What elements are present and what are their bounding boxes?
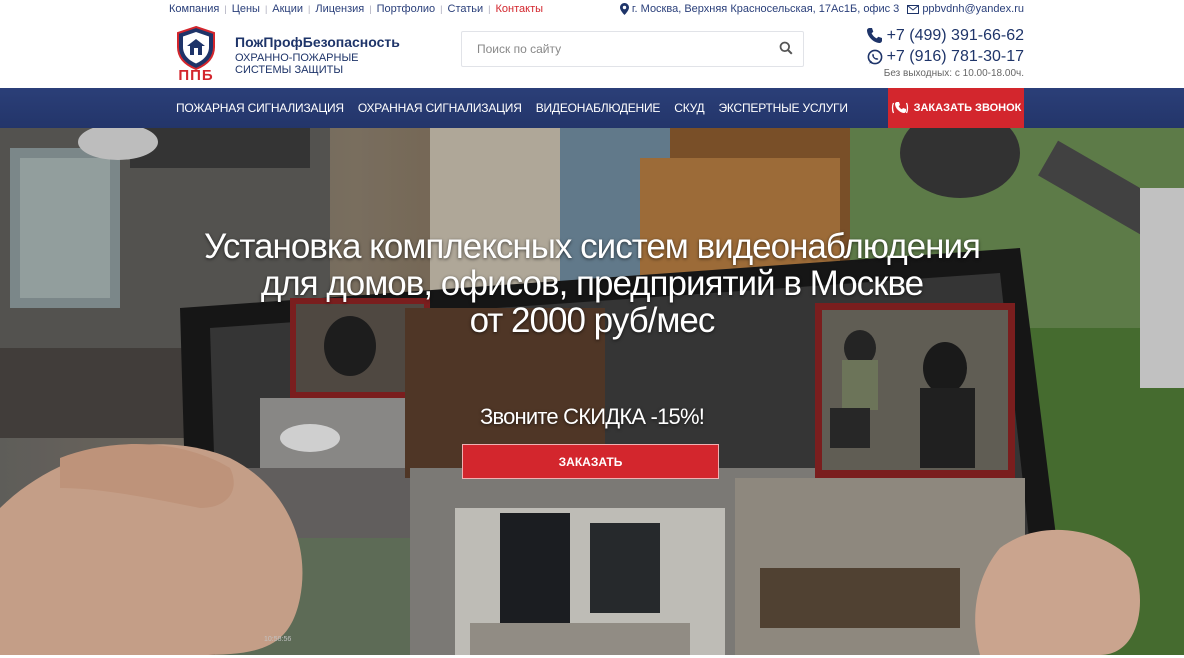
top-link-promotions[interactable]: Акции (272, 3, 303, 15)
top-contacts: г. Москва, Верхняя Красносельская, 17Ас1… (619, 3, 1024, 15)
top-link-articles[interactable]: Статьи (448, 3, 484, 15)
hero-title: Установка комплексных систем видеонаблюд… (0, 228, 1184, 339)
logo[interactable]: ППБ (173, 25, 219, 83)
search-box (461, 31, 804, 67)
phone-icon (866, 27, 883, 44)
callback-label: Заказать звонок (913, 102, 1022, 114)
separator: | (369, 4, 372, 14)
top-link-prices[interactable]: Цены (232, 3, 260, 15)
hero-title-line-3: от 2000 руб/мес (469, 301, 716, 340)
main-nav: Пожарная сигнализация Охранная сигнализа… (0, 88, 1184, 128)
separator: | (488, 4, 491, 14)
top-link-license[interactable]: Лицензия (315, 3, 364, 15)
hero-title-line-2: для домов, офисов, предприятий в Москве (260, 264, 924, 303)
phone-number-1[interactable]: +7 (499) 391-66-62 (887, 25, 1024, 46)
search-input[interactable] (462, 32, 772, 66)
search-icon[interactable] (779, 41, 795, 57)
brand-tagline: ОХРАННО-ПОЖАРНЫЕ СИСТЕМЫ ЗАЩИТЫ (235, 52, 359, 76)
top-link-portfolio[interactable]: Портфолио (377, 3, 436, 15)
top-bar: Компания | Цены | Акции | Лицензия | Пор… (0, 0, 1184, 19)
top-link-contacts[interactable]: Контакты (496, 3, 544, 15)
phone-ringing-icon (891, 99, 909, 117)
working-hours: Без выходных: с 10.00-18.00ч. (883, 68, 1024, 79)
nav-item-security-alarm[interactable]: Охранная сигнализация (351, 101, 529, 115)
phones: +7 (499) 391-66-62 +7 (916) 781-30-17 Бе… (866, 25, 1024, 79)
hero-overlay (0, 128, 1184, 655)
hero-promo: Звоните СКИДКА -15%! (479, 404, 705, 429)
hero-banner: 10:58:56 Установка комплексных систем ви… (0, 128, 1184, 655)
top-link-company[interactable]: Компания (169, 3, 219, 15)
separator: | (264, 4, 268, 14)
top-links: Компания | Цены | Акции | Лицензия | Пор… (169, 3, 543, 15)
map-pin-icon (619, 3, 629, 15)
nav-item-video-surveillance[interactable]: Видеонаблюдение (529, 101, 668, 115)
logo-text: ППБ (178, 67, 214, 84)
email-link[interactable]: ppbvdnh@yandex.ru (922, 3, 1024, 15)
envelope-icon (907, 4, 920, 14)
separator: | (440, 4, 443, 14)
brand-name[interactable]: ПожПрофБезопасность (235, 34, 400, 50)
separator: | (224, 4, 227, 14)
phone-row-1: +7 (499) 391-66-62 (866, 25, 1024, 46)
hero-title-line-1: Установка комплексных систем видеонаблюд… (204, 227, 981, 266)
header: ППБ ПожПрофБезопасность ОХРАННО-ПОЖАРНЫЕ… (0, 19, 1184, 88)
phone-row-2: +7 (916) 781-30-17 (866, 46, 1024, 67)
callback-button[interactable]: Заказать звонок (888, 88, 1024, 128)
nav-item-expert-services[interactable]: Экспертные услуги (711, 101, 854, 115)
nav-item-access-control[interactable]: СКУД (667, 101, 711, 115)
address-text: г. Москва, Верхняя Красносельская, 17Ас1… (631, 3, 900, 15)
phone-number-2[interactable]: +7 (916) 781-30-17 (887, 46, 1024, 67)
order-button[interactable]: Заказать (462, 444, 719, 479)
whatsapp-icon (867, 49, 883, 65)
nav-item-fire-alarm[interactable]: Пожарная сигнализация (169, 101, 351, 115)
separator: | (308, 4, 311, 14)
nav-items: Пожарная сигнализация Охранная сигнализа… (169, 88, 855, 128)
